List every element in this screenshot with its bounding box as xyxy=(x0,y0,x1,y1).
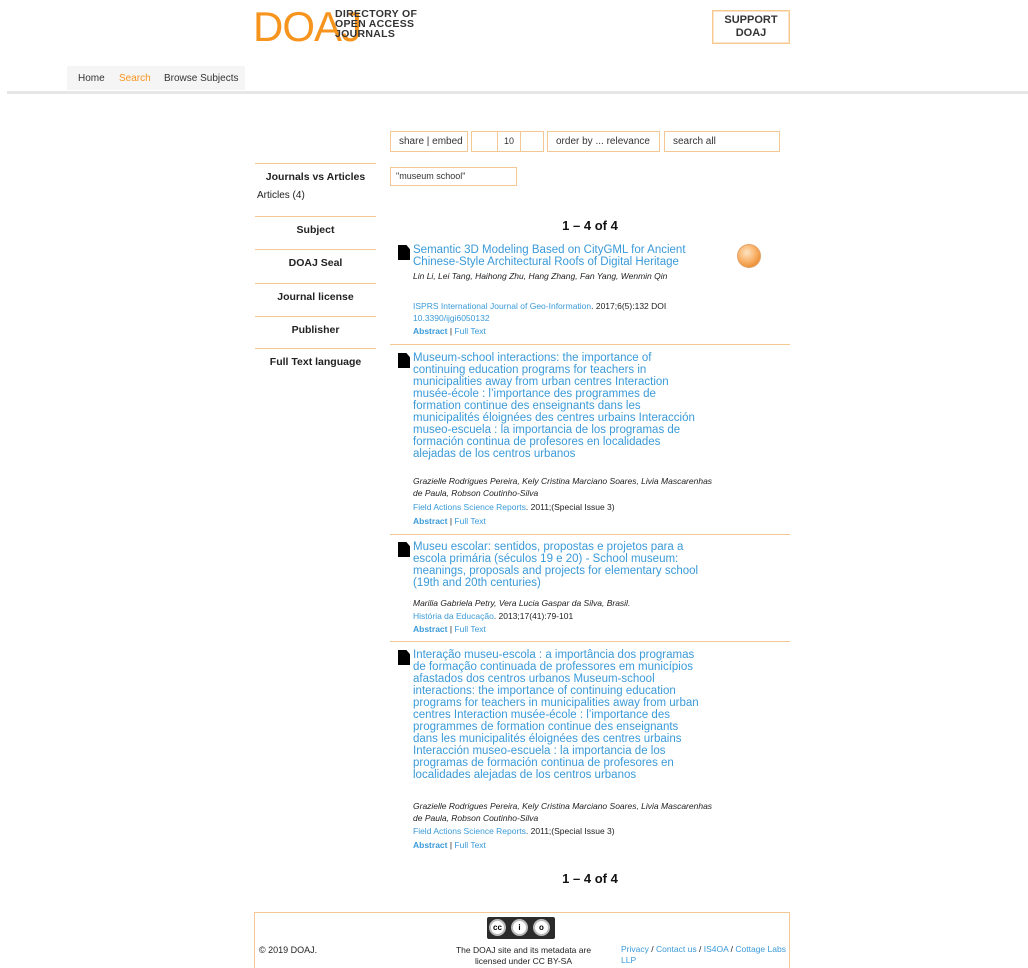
facet-journal-license[interactable]: Journal license xyxy=(255,283,376,305)
nav-divider xyxy=(7,91,1028,94)
result-item: Semantic 3D Modeling Based on CityGML fo… xyxy=(394,244,790,344)
full-text-link[interactable]: Full Text xyxy=(454,326,486,336)
result-journal-link[interactable]: ISPRS International Journal of Geo-Infor… xyxy=(413,301,591,311)
footer-copyright: © 2019 DOAJ. xyxy=(259,945,318,955)
query-filter-chip[interactable]: "museum school" xyxy=(390,167,517,186)
full-text-link[interactable]: Full Text xyxy=(454,624,486,634)
support-doaj-button[interactable]: SUPPORT DOAJ xyxy=(712,10,790,44)
facet-full-text-language[interactable]: Full Text language xyxy=(255,348,376,370)
nav-search[interactable]: Search xyxy=(119,73,151,84)
order-by-select[interactable]: order by ... relevance xyxy=(547,131,660,152)
abstract-link[interactable]: Abstract xyxy=(413,840,447,850)
support-label-1: SUPPORT xyxy=(724,14,778,26)
logo-line-3: JOURNALS xyxy=(335,28,396,40)
share-embed-button[interactable]: share | embed xyxy=(390,131,468,152)
facet-doaj-seal[interactable]: DOAJ Seal xyxy=(255,249,376,271)
page-size-value[interactable]: 10 xyxy=(497,132,521,151)
result-source: Field Actions Science Reports. 2011;(Spe… xyxy=(413,826,713,838)
footer-links: Privacy / Contact us / IS4OA / Cottage L… xyxy=(621,944,791,966)
results-count-bottom: 1 – 4 of 4 xyxy=(562,871,618,886)
result-title[interactable]: Museum-school interactions: the importan… xyxy=(413,352,703,460)
facet-publisher[interactable]: Publisher xyxy=(255,316,376,338)
link-slash: / xyxy=(648,944,656,954)
cc-license-badge[interactable]: cc i o xyxy=(487,917,555,939)
result-links: Abstract | Full Text xyxy=(413,840,486,851)
facet-journals-vs-articles[interactable]: Journals vs Articles xyxy=(255,163,376,185)
result-item: Interação museu-escola : a importância d… xyxy=(394,649,790,853)
results-count-top: 1 – 4 of 4 xyxy=(562,218,618,233)
cc-by-icon: i xyxy=(511,919,528,936)
result-journal-link[interactable]: Field Actions Science Reports xyxy=(413,502,526,512)
support-label-2: DOAJ xyxy=(735,27,767,39)
full-text-link[interactable]: Full Text xyxy=(454,516,486,526)
result-source: ISPRS International Journal of Geo-Infor… xyxy=(413,301,713,324)
abstract-link[interactable]: Abstract xyxy=(413,516,447,526)
is4oa-link[interactable]: IS4OA xyxy=(704,944,729,954)
full-text-link[interactable]: Full Text xyxy=(454,840,486,850)
nav-browse-subjects[interactable]: Browse Subjects xyxy=(164,73,238,84)
result-details: . 2011;(Special Issue 3) xyxy=(525,502,615,512)
footer-license-text: The DOAJ site and its metadata are licen… xyxy=(455,945,592,966)
result-source: História da Educação. 2013;17(41):79-101 xyxy=(413,611,713,623)
result-title[interactable]: Interação museu-escola : a importância d… xyxy=(413,649,703,781)
site-footer: © 2019 DOAJ. cc i o The DOAJ site and it… xyxy=(254,912,790,968)
result-links: Abstract | Full Text xyxy=(413,516,486,527)
abstract-link[interactable]: Abstract xyxy=(413,624,447,634)
result-details: . 2017;6(5):132 DOI xyxy=(591,301,667,311)
result-authors: Grazielle Rodrigues Pereira, Kely Cristi… xyxy=(413,476,713,498)
result-divider xyxy=(390,344,790,345)
result-item: Museu escolar: sentidos, propostas e pro… xyxy=(394,541,790,637)
contact-us-link[interactable]: Contact us xyxy=(656,944,697,954)
result-authors: Marilia Gabriela Petry, Vera Lucia Gaspa… xyxy=(413,598,631,608)
result-journal-link[interactable]: Field Actions Science Reports xyxy=(413,826,526,836)
document-icon xyxy=(398,353,410,368)
result-title[interactable]: Museu escolar: sentidos, propostas e pro… xyxy=(413,541,703,589)
search-field-select[interactable]: search all xyxy=(664,131,780,152)
cc-icon: cc xyxy=(489,919,506,936)
doaj-seal-icon xyxy=(737,244,761,268)
facet-articles-count[interactable]: Articles (4) xyxy=(257,190,305,201)
cc-sa-icon: o xyxy=(533,919,550,936)
privacy-link[interactable]: Privacy xyxy=(621,944,649,954)
abstract-link[interactable]: Abstract xyxy=(413,326,447,336)
result-links: Abstract | Full Text xyxy=(413,624,486,635)
nav-home[interactable]: Home xyxy=(78,73,105,84)
document-icon xyxy=(398,245,410,260)
result-authors: Grazielle Rodrigues Pereira, Kely Cristi… xyxy=(413,801,713,823)
result-item: Museum-school interactions: the importan… xyxy=(394,352,790,532)
result-details: . 2013;17(41):79-101 xyxy=(493,611,574,621)
logo-tagline: DIRECTORY OF OPEN ACCESS JOURNALS xyxy=(335,9,417,40)
facet-subject[interactable]: Subject xyxy=(255,216,376,238)
result-title[interactable]: Semantic 3D Modeling Based on CityGML fo… xyxy=(413,244,703,270)
result-divider xyxy=(390,641,790,642)
document-icon xyxy=(398,542,410,557)
result-journal-link[interactable]: História da Educação xyxy=(413,611,494,621)
doaj-logo[interactable]: DOAJ DIRECTORY OF OPEN ACCESS JOURNALS xyxy=(253,3,453,50)
document-icon xyxy=(398,650,410,665)
result-details: . 2011;(Special Issue 3) xyxy=(525,826,615,836)
link-slash: / xyxy=(696,944,704,954)
result-source: Field Actions Science Reports. 2011;(Spe… xyxy=(413,502,713,514)
result-divider xyxy=(390,534,790,535)
result-doi-link[interactable]: 10.3390/ijgi6050132 xyxy=(413,313,490,323)
main-nav: Home Search Browse Subjects xyxy=(67,66,245,90)
result-authors: Lin Li, Lei Tang, Haihong Zhu, Hang Zhan… xyxy=(413,271,668,281)
page-size-selector[interactable]: 10 xyxy=(471,131,544,152)
result-links: Abstract | Full Text xyxy=(413,326,486,337)
